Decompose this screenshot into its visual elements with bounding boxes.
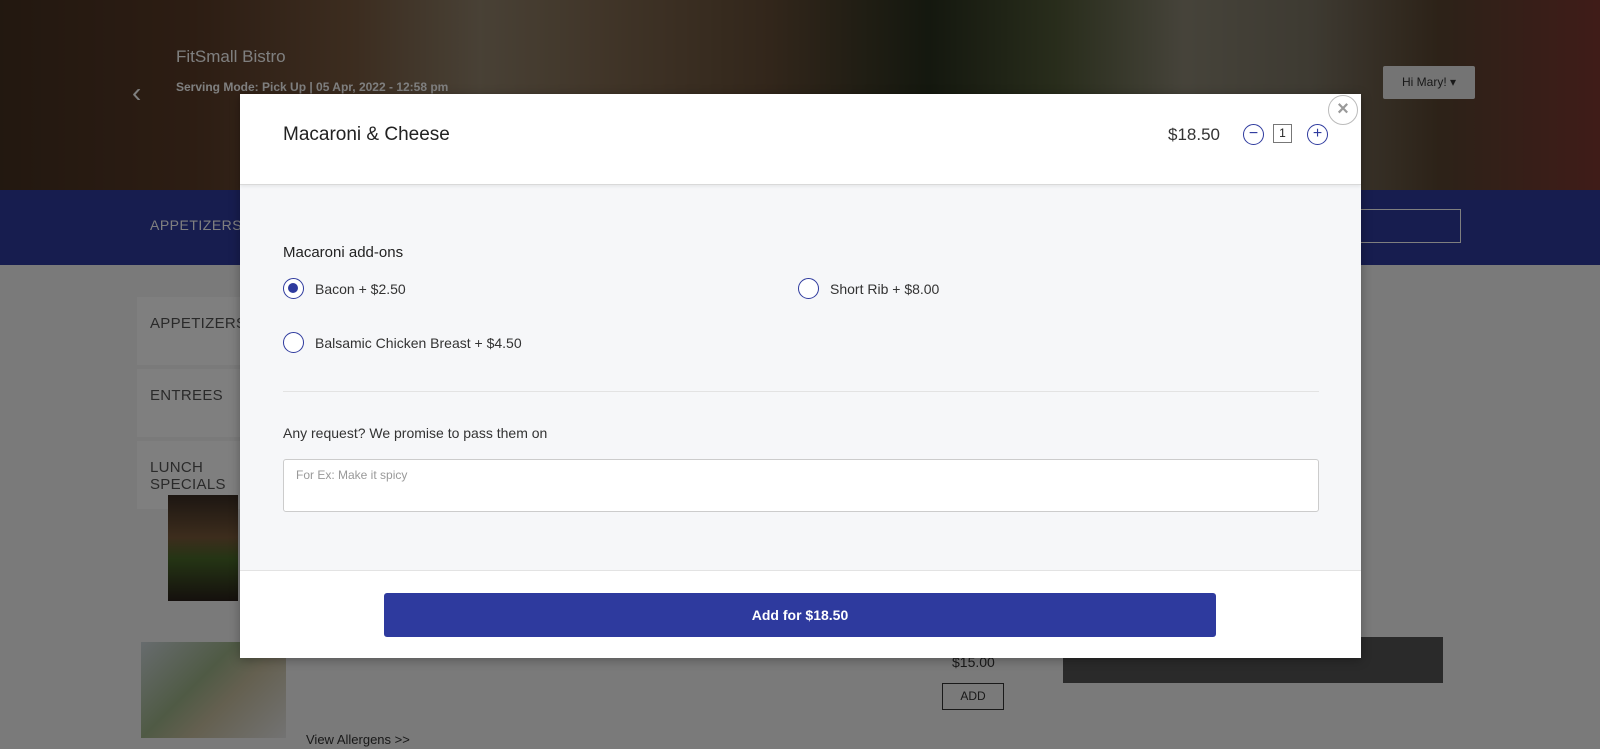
section-divider [283,391,1319,392]
addon-label: Bacon + $2.50 [315,280,406,297]
addon-label: Balsamic Chicken Breast + $4.50 [315,334,522,351]
add-to-order-button[interactable]: Add for $18.50 [384,593,1216,637]
quantity-value[interactable]: 1 [1273,124,1292,143]
modal-footer: Add for $18.50 [240,570,1361,658]
addons-title: Macaroni add-ons [283,244,404,261]
addon-option-short-rib[interactable]: Short Rib + $8.00 [798,278,939,299]
addon-option-bacon[interactable]: Bacon + $2.50 [283,278,406,299]
addon-option-balsamic-chicken[interactable]: Balsamic Chicken Breast + $4.50 [283,332,522,353]
item-title: Macaroni & Cheese [283,124,450,145]
radio-checked-icon[interactable] [283,278,304,299]
quantity-decrease-button[interactable]: − [1243,124,1264,145]
modal-header: Macaroni & Cheese $18.50 − 1 + [240,94,1361,185]
radio-unchecked-icon[interactable] [798,278,819,299]
close-icon[interactable]: × [1328,95,1358,125]
radio-unchecked-icon[interactable] [283,332,304,353]
special-request-input[interactable] [283,459,1319,512]
addon-label: Short Rib + $8.00 [830,280,940,297]
item-price: $18.50 [1168,125,1220,144]
item-modal: Macaroni & Cheese $18.50 − 1 + Macaroni … [240,94,1361,658]
quantity-increase-button[interactable]: + [1307,124,1328,145]
special-request-label: Any request? We promise to pass them on [283,425,548,441]
